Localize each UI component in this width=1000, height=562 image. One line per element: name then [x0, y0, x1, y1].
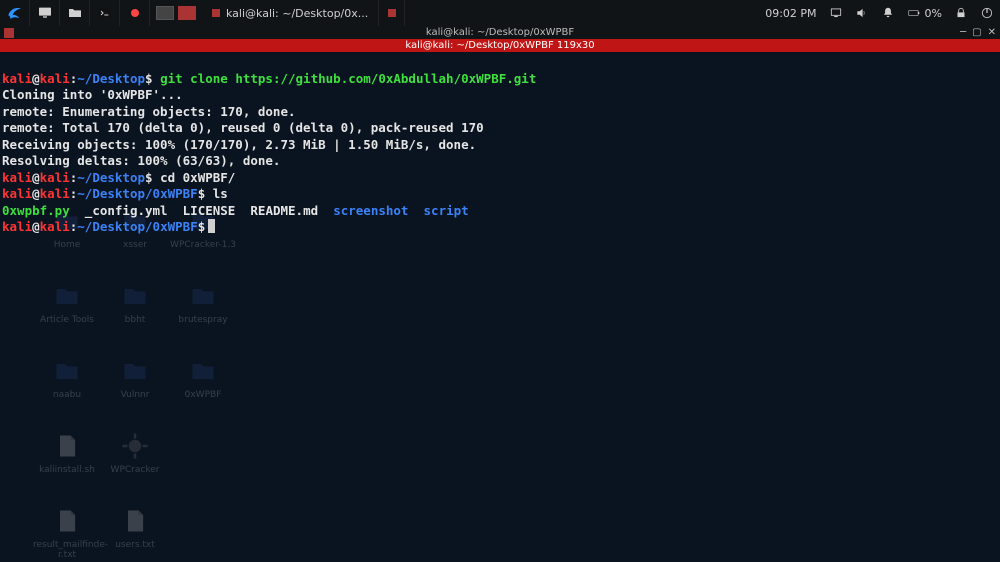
desktop-icon-bbht[interactable]: bbht	[101, 281, 169, 325]
minimize-button[interactable]: ─	[960, 27, 966, 38]
ls-config: _config.yml	[85, 203, 168, 218]
taskbar-window-button[interactable]: kali@kali: ~/Desktop/0x...	[202, 0, 379, 26]
desktop-icon-label: kaliinstall.sh	[33, 465, 101, 475]
battery-icon	[907, 6, 921, 20]
close-button[interactable]: ✕	[988, 27, 996, 38]
terminal-button[interactable]	[90, 0, 120, 26]
record-icon	[127, 5, 143, 21]
battery-text: 0%	[925, 7, 942, 20]
terminal-tabbar: kali@kali: ~/Desktop/0xWPBF ─ ▢ ✕	[0, 26, 1000, 39]
desktop-icon-label: bbht	[101, 315, 169, 325]
prompt-dollar: $	[145, 71, 153, 86]
clock[interactable]: 09:02 PM	[759, 7, 822, 20]
prompt-user: kali	[2, 71, 32, 86]
desktop-icon-label: WPCracker	[101, 465, 169, 475]
folder-icon	[186, 281, 220, 311]
desktop-icon-label: result_mailfinde-r.txt	[33, 540, 101, 560]
ls-0xwpbf: 0xwpbf.py	[2, 203, 70, 218]
desktop-icon-vulnnr[interactable]: Vulnnr	[101, 356, 169, 400]
tray-display-button[interactable]	[823, 6, 849, 20]
terminal-body[interactable]: kali@kali:~/Desktop$ git clone https://g…	[0, 52, 1000, 254]
out-resolving: Resolving deltas: 100% (63/63), done.	[2, 153, 280, 168]
folder-icon	[118, 356, 152, 386]
tray-notifications-button[interactable]	[875, 6, 901, 20]
out-receiving: Receiving objects: 100% (170/170), 2.73 …	[2, 137, 476, 152]
desktop-icon-0xwpbf[interactable]: 0xWPBF	[169, 356, 237, 400]
top-panel: kali@kali: ~/Desktop/0x... 09:02 PM 0%	[0, 0, 1000, 26]
desktop-icon-label: naabu	[33, 390, 101, 400]
folder-icon	[186, 356, 220, 386]
bell-icon	[881, 6, 895, 20]
tray-volume-button[interactable]	[849, 6, 875, 20]
panel-right: 09:02 PM 0%	[759, 0, 1000, 26]
desktop-icon-brutespray[interactable]: brutespray	[169, 281, 237, 325]
folder-icon	[67, 5, 83, 21]
desktop-icon-label: 0xWPBF	[169, 390, 237, 400]
desktop-icon-label: brutespray	[169, 315, 237, 325]
file-manager-button[interactable]	[60, 0, 90, 26]
desktop-icon-wpcracker[interactable]: WPCracker	[101, 431, 169, 475]
volume-icon	[855, 6, 869, 20]
power-icon	[980, 6, 994, 20]
desktop-icon-label: Article Tools	[33, 315, 101, 325]
cmd-cd: cd 0xWPBF/	[153, 170, 236, 185]
prompt-host: kali	[40, 71, 70, 86]
maximize-button[interactable]: ▢	[972, 27, 981, 38]
desktop-icon-label: users.txt	[101, 540, 169, 550]
workspace-2[interactable]	[178, 6, 196, 20]
clock-text: 09:02 PM	[765, 7, 816, 20]
ls-readme: README.md	[250, 203, 318, 218]
folder-icon	[118, 281, 152, 311]
tray-battery[interactable]: 0%	[901, 6, 948, 20]
file-icon	[118, 506, 152, 536]
gear-icon	[118, 431, 152, 461]
out-enum: remote: Enumerating objects: 170, done.	[2, 104, 296, 119]
tray-power-button[interactable]	[974, 6, 1000, 20]
folder-icon	[50, 281, 84, 311]
task-label: kali@kali: ~/Desktop/0x...	[226, 7, 368, 20]
app-thumb-icon	[386, 7, 398, 19]
terminal-tab-text: kali@kali: ~/Desktop/0xWPBF	[426, 27, 574, 38]
desktop-icon-label: Vulnnr	[101, 390, 169, 400]
ls-script: script	[424, 203, 469, 218]
ls-license: LICENSE	[183, 203, 236, 218]
cmd-ls: ls	[205, 186, 228, 201]
desktop-icon	[37, 5, 53, 21]
task-app-icon	[212, 9, 220, 17]
terminal-window: kali@kali: ~/Desktop/0xWPBF ─ ▢ ✕ kali@k…	[0, 26, 1000, 254]
desktop-icon-naabu[interactable]: naabu	[33, 356, 101, 400]
desktop-icon-article-tools[interactable]: Article Tools	[33, 281, 101, 325]
terminal-title-text: kali@kali: ~/Desktop/0xWPBF 119x30	[405, 40, 594, 51]
workspace-switcher[interactable]	[150, 6, 202, 20]
kali-logo-icon	[6, 4, 24, 22]
terminal-titlebar: kali@kali: ~/Desktop/0xWPBF 119x30	[0, 39, 1000, 52]
out-total: remote: Total 170 (delta 0), reused 0 (d…	[2, 120, 484, 135]
folder-icon	[50, 356, 84, 386]
tray-lock-button[interactable]	[948, 6, 974, 20]
file-icon	[50, 506, 84, 536]
app-menu-button[interactable]	[0, 0, 30, 26]
recording-indicator-button[interactable]	[120, 0, 150, 26]
terminal-icon	[97, 5, 113, 21]
file-icon	[50, 431, 84, 461]
taskbar-app-button[interactable]	[379, 0, 405, 26]
prompt-path: ~/Desktop	[77, 71, 145, 86]
desktop-icon-users-txt[interactable]: users.txt	[101, 506, 169, 550]
display-icon	[829, 6, 843, 20]
desktop-icon-kaliinstall-sh[interactable]: kaliinstall.sh	[33, 431, 101, 475]
workspace-1[interactable]	[156, 6, 174, 20]
panel-left: kali@kali: ~/Desktop/0x...	[0, 0, 405, 26]
prompt-at: @	[32, 71, 40, 86]
show-desktop-button[interactable]	[30, 0, 60, 26]
desktop-icon-result-mailfinde-r-txt[interactable]: result_mailfinde-r.txt	[33, 506, 101, 560]
lock-icon	[954, 6, 968, 20]
terminal-cursor	[208, 219, 215, 233]
terminal-app-icon	[4, 28, 14, 38]
out-cloning: Cloning into '0xWPBF'...	[2, 87, 183, 102]
cmd-git-clone: git clone https://github.com/0xAbdullah/…	[153, 71, 537, 86]
ls-screenshot: screenshot	[333, 203, 408, 218]
